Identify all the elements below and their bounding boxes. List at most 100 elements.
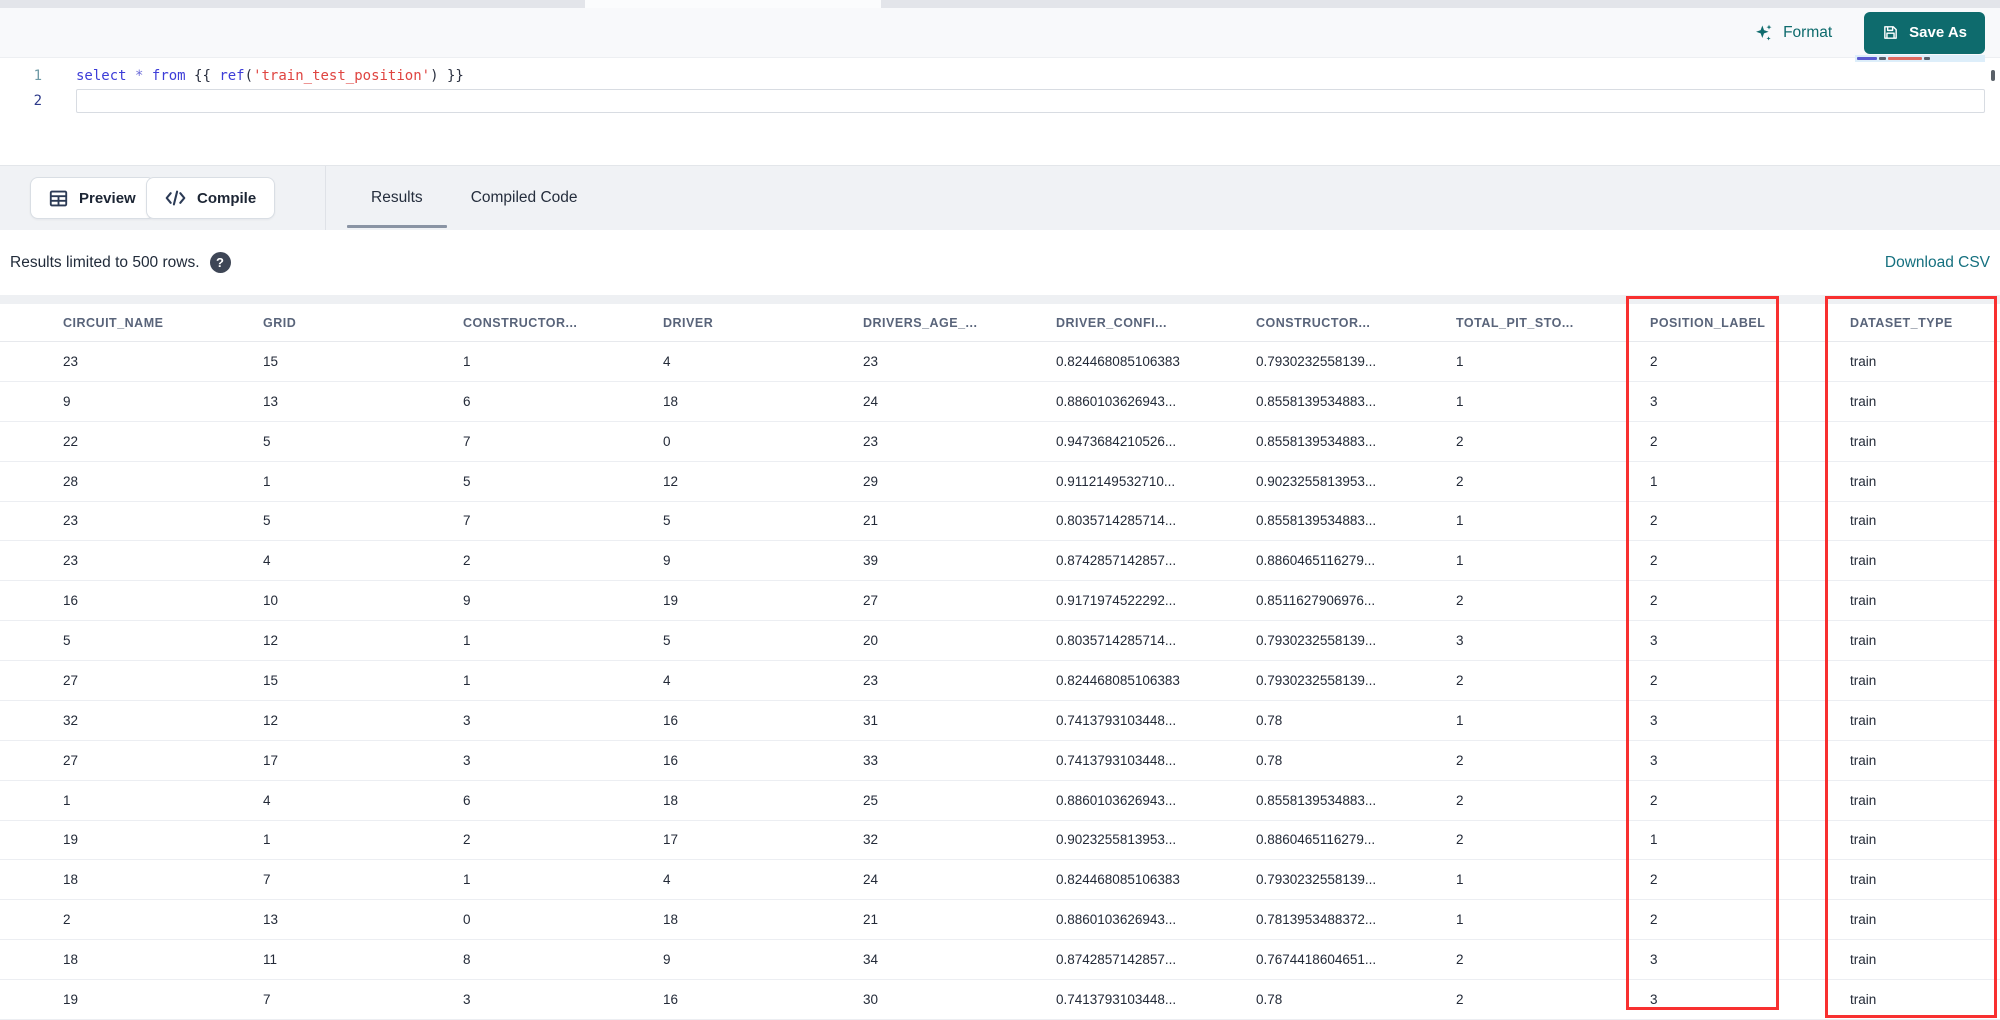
- table-cell: 0.8558139534883...: [1256, 393, 1377, 409]
- line-number-1: 1: [33, 67, 42, 84]
- limit-notice: Results limited to 500 rows.: [10, 253, 200, 271]
- table-cell: 0.78: [1256, 752, 1283, 768]
- table-cell: 19: [63, 832, 79, 848]
- table-row: 23 5 7 5 21 0.8035714285714... 0.8558139534883…: [0, 501, 2000, 542]
- cursor-line-box[interactable]: [76, 89, 1985, 113]
- table-cell: train: [1850, 593, 1877, 609]
- table-cell: 20: [863, 633, 879, 649]
- table-row: 9 13 6 18 24 0.8860103626943... 0.855813953488…: [0, 381, 2000, 422]
- table-cell: 19: [663, 593, 679, 609]
- code-token: }}: [438, 67, 464, 84]
- help-icon[interactable]: ?: [209, 252, 231, 273]
- table-cell: 1: [463, 872, 471, 888]
- table-cell: 0.8860103626943...: [1056, 912, 1177, 928]
- toolbar-divider: [325, 166, 326, 230]
- table-cell: 12: [263, 712, 279, 728]
- table-cell: 17: [663, 832, 679, 848]
- table-cell: train: [1850, 513, 1877, 529]
- table-cell: 24: [863, 872, 879, 888]
- table-cell: train: [1850, 912, 1877, 928]
- table-cell: 3: [1650, 991, 1658, 1007]
- sparkles-icon: [1754, 23, 1774, 43]
- table-cell: 6: [463, 393, 471, 409]
- minimap-segment: [1879, 57, 1886, 60]
- table-cell: train: [1850, 792, 1877, 808]
- save-as-button[interactable]: Save As: [1864, 11, 1985, 54]
- code-token: ref: [219, 67, 245, 84]
- table-cell: train: [1850, 832, 1877, 848]
- table-cell: 0.8860103626943...: [1056, 792, 1177, 808]
- table-cell: 28: [63, 473, 79, 489]
- table-cell: 2: [1456, 952, 1464, 968]
- table-cell: 5: [663, 513, 671, 529]
- table-row: 28 1 5 12 29 0.9112149532710... 0.902325581395…: [0, 461, 2000, 502]
- table-cell: 7: [263, 991, 271, 1007]
- table-row: 18 7 1 4 24 0.824468085106383 0.7930232558139.…: [0, 860, 2000, 901]
- compile-label: Compile: [197, 189, 257, 207]
- table-cell: 0.9112149532710...: [1056, 473, 1176, 489]
- table-cell: 0.8860465116279...: [1256, 553, 1376, 569]
- active-file-tab[interactable]: [585, 0, 881, 8]
- table-cell: 0.7930232558139...: [1256, 353, 1377, 369]
- sql-editor[interactable]: 1 select * from {{ ref('train_test_posit…: [0, 55, 2000, 165]
- table-cell: 24: [863, 393, 879, 409]
- table-cell: 10: [263, 593, 279, 609]
- table-cell: 5: [263, 513, 271, 529]
- table-cell: 4: [263, 792, 271, 808]
- code-token: select: [76, 67, 127, 84]
- tab-results-label: Results: [371, 189, 423, 206]
- table-cell: 21: [863, 513, 879, 529]
- table-top-strip: [0, 295, 2000, 304]
- table-row: 23 4 2 9 39 0.8742857142857... 0.8860465116279…: [0, 541, 2000, 582]
- table-cell: 1: [1456, 513, 1464, 529]
- editor-minimap[interactable]: [1855, 55, 1985, 67]
- save-icon: [1882, 24, 1899, 41]
- table-row: 16 10 9 19 27 0.9171974522292... 0.85116279069…: [0, 581, 2000, 622]
- table-cell: 12: [263, 633, 279, 649]
- tab-compiled-code[interactable]: Compiled Code: [447, 166, 602, 230]
- code-token: from: [151, 67, 186, 84]
- table-row: 5 12 1 5 20 0.8035714285714... 0.7930232558139…: [0, 621, 2000, 661]
- table-cell: 7: [463, 513, 471, 529]
- table-grid-icon: [49, 190, 68, 207]
- table-row: 23 15 1 4 23 0.824468085106383 0.7930232558139…: [0, 342, 2000, 382]
- preview-button[interactable]: Preview: [30, 177, 155, 219]
- tab-compiled-code-label: Compiled Code: [470, 189, 578, 206]
- table-row: 1 4 6 18 25 0.8860103626943... 0.8558139534883…: [0, 780, 2000, 821]
- code-line-1[interactable]: 1 select * from {{ ref('train_test_posit…: [0, 63, 2000, 88]
- table-cell: 2: [1650, 792, 1658, 808]
- column-header: DATASET_TYPE: [1850, 315, 1953, 330]
- table-cell: 0.8742857142857...: [1056, 553, 1177, 569]
- table-cell: 2: [463, 832, 471, 848]
- table-cell: 2: [1456, 593, 1464, 609]
- table-cell: 0.8558139534883...: [1256, 513, 1377, 529]
- column-header: CONSTRUCTOR...: [1256, 315, 1371, 330]
- download-csv-link[interactable]: Download CSV: [1885, 254, 1990, 272]
- table-cell: 18: [663, 912, 679, 928]
- table-cell: 3: [1650, 752, 1658, 768]
- table-cell: 32: [63, 712, 79, 728]
- table-row: 19 7 3 16 30 0.7413793103448... 0.78 2 3 train: [0, 980, 2000, 1020]
- minimap-line: [1855, 55, 1985, 62]
- table-cell: 0.9473684210526...: [1056, 433, 1177, 449]
- table-cell: 2: [1456, 433, 1464, 449]
- format-button[interactable]: Format: [1754, 23, 1832, 43]
- editor-scrollbar[interactable]: [1991, 70, 1995, 81]
- table-cell: 0.7930232558139...: [1256, 672, 1377, 688]
- table-cell: 23: [863, 672, 879, 688]
- table-cell: 2: [1456, 473, 1464, 489]
- table-cell: 8: [463, 952, 471, 968]
- results-info-bar: Results limited to 500 rows. ? Download …: [0, 230, 2000, 295]
- compile-button[interactable]: Compile: [146, 177, 276, 219]
- tab-results[interactable]: Results: [347, 166, 447, 230]
- code-line-2[interactable]: 2: [0, 88, 2000, 113]
- table-cell: 23: [863, 433, 879, 449]
- table-cell: 1: [263, 473, 271, 489]
- table-cell: 39: [863, 553, 879, 569]
- editor-toolbar: Format Save As: [0, 8, 2000, 58]
- line-number-2: 2: [33, 92, 42, 109]
- table-cell: 29: [863, 473, 879, 489]
- table-cell: 2: [1456, 832, 1464, 848]
- minimap-segment: [1857, 57, 1877, 60]
- table-cell: 3: [463, 712, 471, 728]
